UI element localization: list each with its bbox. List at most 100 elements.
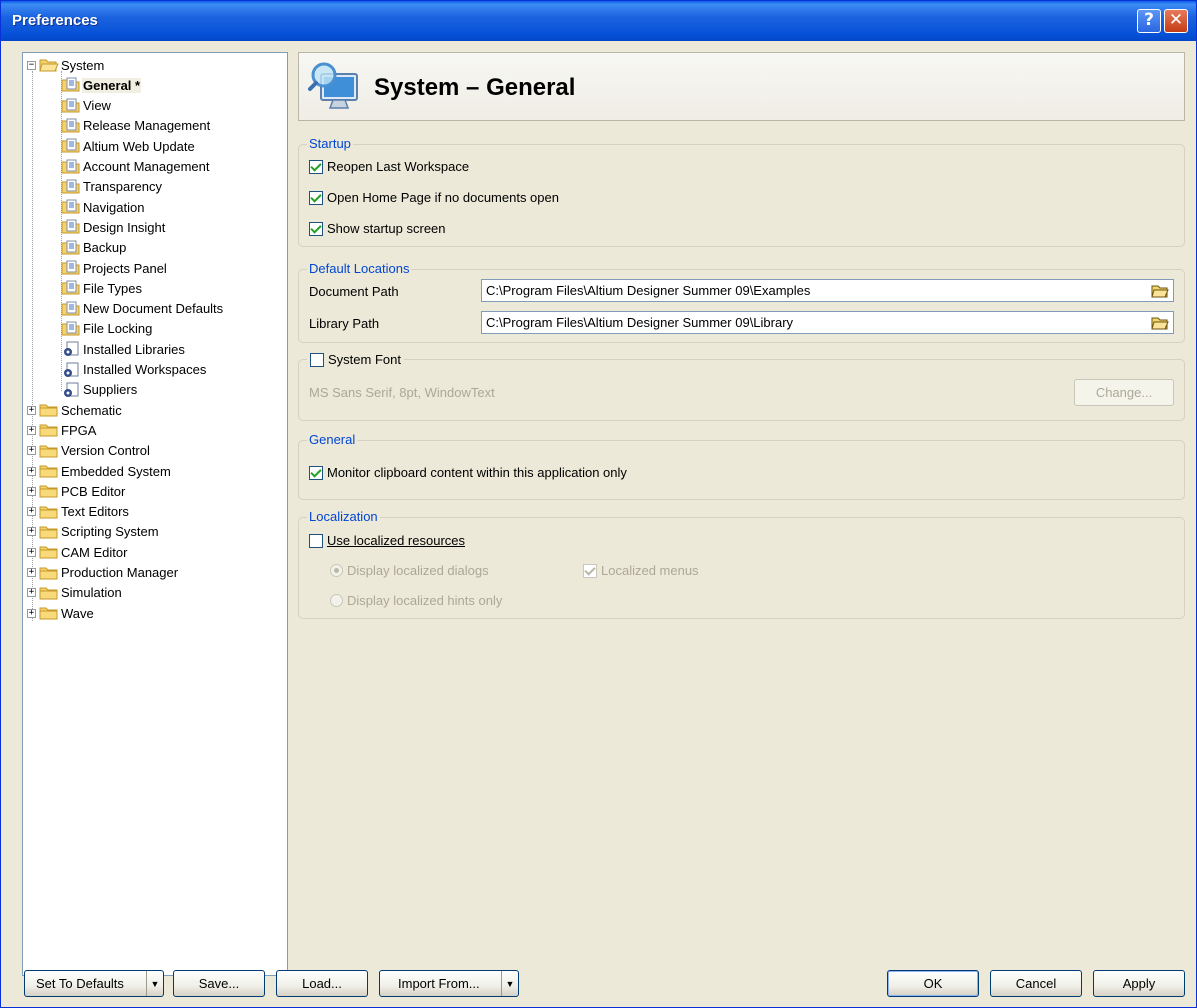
tree-item-account-management[interactable]: Account Management	[61, 157, 210, 177]
checkbox-icon[interactable]	[583, 563, 597, 578]
document-path-field[interactable]: C:\Program Files\Altium Designer Summer …	[481, 279, 1174, 302]
display-localized-hints-radio[interactable]: Display localized hints only	[330, 593, 502, 608]
tree-item-pcb-editor[interactable]: + PCB Editor	[27, 481, 126, 501]
tree-item-label: New Document Defaults	[83, 301, 224, 317]
collapse-icon[interactable]: −	[27, 60, 36, 70]
tree-item-production-manager[interactable]: + Production Manager	[27, 563, 179, 583]
chevron-down-icon[interactable]: ▼	[501, 971, 518, 996]
expand-icon[interactable]: +	[27, 547, 36, 557]
system-font-checkbox[interactable]: System Font	[307, 352, 404, 367]
expand-icon[interactable]: +	[27, 486, 36, 496]
button-label: Load...	[302, 976, 342, 991]
radio-icon[interactable]	[330, 594, 343, 607]
page-icon	[61, 179, 80, 194]
tree-item-simulation[interactable]: + Simulation	[27, 583, 123, 603]
load-button[interactable]: Load...	[276, 970, 368, 997]
expand-icon[interactable]: +	[27, 568, 36, 577]
tree-item-system[interactable]: − System	[27, 55, 105, 75]
tree-item-scripting-system[interactable]: + Scripting System	[27, 522, 160, 542]
checkbox-icon[interactable]	[309, 533, 323, 548]
library-path-browse-icon[interactable]	[1151, 315, 1169, 331]
tree-item-file-locking[interactable]: File Locking	[61, 319, 153, 339]
localized-menus-checkbox[interactable]: Localized menus	[583, 563, 699, 578]
tree-item-view[interactable]: View	[61, 96, 112, 116]
tree-item-label: Transparency	[83, 179, 162, 195]
checkbox-icon[interactable]	[309, 221, 323, 236]
page-header: System – General	[298, 52, 1185, 121]
library-path-field[interactable]: C:\Program Files\Altium Designer Summer …	[481, 311, 1174, 334]
tree-item-fpga[interactable]: + FPGA	[27, 420, 97, 440]
tree-item-wave[interactable]: + Wave	[27, 603, 95, 623]
tree-item-new-document-defaults[interactable]: New Document Defaults	[61, 299, 224, 319]
expand-icon[interactable]: +	[27, 588, 36, 598]
expand-icon[interactable]: +	[27, 425, 36, 435]
expand-icon[interactable]: +	[27, 466, 36, 476]
set-to-defaults-button[interactable]: Set To Defaults ▼	[24, 970, 164, 997]
checkbox-label: Localized menus	[601, 563, 699, 578]
tree-item-text-editors[interactable]: + Text Editors	[27, 502, 130, 522]
expand-icon[interactable]: +	[27, 446, 36, 456]
tree-item-file-types[interactable]: File Types	[61, 278, 143, 298]
tree-item-navigation[interactable]: Navigation	[61, 197, 145, 217]
save-button[interactable]: Save...	[173, 970, 265, 997]
tree-item-backup[interactable]: Backup	[61, 238, 127, 258]
gear-page-icon	[64, 362, 79, 377]
page-icon	[61, 118, 80, 133]
show-startup-screen-checkbox[interactable]: Show startup screen	[309, 221, 446, 236]
tree-item-release-management[interactable]: Release Management	[61, 116, 211, 136]
checkbox-icon[interactable]	[309, 465, 323, 480]
document-path-browse-icon[interactable]	[1151, 283, 1169, 299]
checkbox-icon[interactable]	[309, 159, 323, 174]
tree-item-label: Schematic	[61, 402, 122, 418]
chevron-down-icon[interactable]: ▼	[146, 971, 163, 996]
tree-item-general[interactable]: General *	[61, 75, 142, 95]
tree-item-label: Simulation	[61, 585, 122, 601]
tree-item-label: CAM Editor	[61, 544, 128, 560]
tree-item-schematic[interactable]: + Schematic	[27, 400, 123, 420]
reopen-last-workspace-checkbox[interactable]: Reopen Last Workspace	[309, 159, 469, 174]
document-path-label: Document Path	[309, 284, 399, 299]
tree-item-version-control[interactable]: + Version Control	[27, 441, 151, 461]
expand-icon[interactable]: +	[27, 608, 36, 618]
radio-label: Display localized dialogs	[347, 563, 489, 578]
window-title: Preferences	[12, 12, 98, 29]
tree-item-installed-libraries[interactable]: Installed Libraries	[61, 339, 186, 359]
tree-item-transparency[interactable]: Transparency	[61, 177, 163, 197]
tree-item-suppliers[interactable]: Suppliers	[61, 380, 138, 400]
cancel-button[interactable]: Cancel	[990, 970, 1082, 997]
display-localized-dialogs-radio[interactable]: Display localized dialogs	[330, 563, 489, 578]
tree-item-cam-editor[interactable]: + CAM Editor	[27, 542, 128, 562]
expand-icon[interactable]: +	[27, 527, 36, 537]
tree-item-altium-web-update[interactable]: Altium Web Update	[61, 136, 196, 156]
tree-item-embedded-system[interactable]: + Embedded System	[27, 461, 172, 481]
page-icon	[61, 98, 80, 113]
button-label: Save...	[198, 976, 240, 991]
import-from-button[interactable]: Import From... ▼	[379, 970, 519, 997]
page-icon	[61, 301, 80, 316]
ok-button[interactable]: OK	[887, 970, 979, 997]
checkbox-icon[interactable]	[310, 352, 324, 367]
open-home-page-checkbox[interactable]: Open Home Page if no documents open	[309, 190, 559, 205]
general-group: General Monitor clipboard content within…	[298, 432, 1185, 500]
help-button[interactable]: ?	[1137, 9, 1161, 33]
checkbox-icon[interactable]	[309, 190, 323, 205]
tree-item-installed-workspaces[interactable]: Installed Workspaces	[61, 360, 207, 380]
tree-item-label: Altium Web Update	[83, 138, 195, 154]
expand-icon[interactable]: +	[27, 405, 36, 415]
tree-item-projects-panel[interactable]: Projects Panel	[61, 258, 168, 278]
tree-item-design-insight[interactable]: Design Insight	[61, 217, 166, 237]
gear-page-icon	[64, 382, 79, 397]
tree-item-label: Release Management	[83, 118, 211, 134]
system-font-group: System Font MS Sans Serif, 8pt, WindowTe…	[298, 352, 1185, 421]
page-icon	[61, 77, 80, 92]
close-button[interactable]: ✕	[1164, 9, 1188, 33]
title-bar[interactable]: Preferences ? ✕	[1, 1, 1196, 41]
expand-icon[interactable]: +	[27, 507, 36, 517]
preferences-tree[interactable]: − System General * View Release Management…	[22, 52, 288, 976]
change-font-button[interactable]: Change...	[1074, 379, 1174, 406]
checkbox-label: Reopen Last Workspace	[327, 159, 470, 174]
radio-icon[interactable]	[330, 564, 343, 577]
monitor-clipboard-checkbox[interactable]: Monitor clipboard content within this ap…	[309, 465, 627, 480]
apply-button[interactable]: Apply	[1093, 970, 1185, 997]
use-localized-resources-checkbox[interactable]: Use localized resources	[309, 533, 465, 548]
